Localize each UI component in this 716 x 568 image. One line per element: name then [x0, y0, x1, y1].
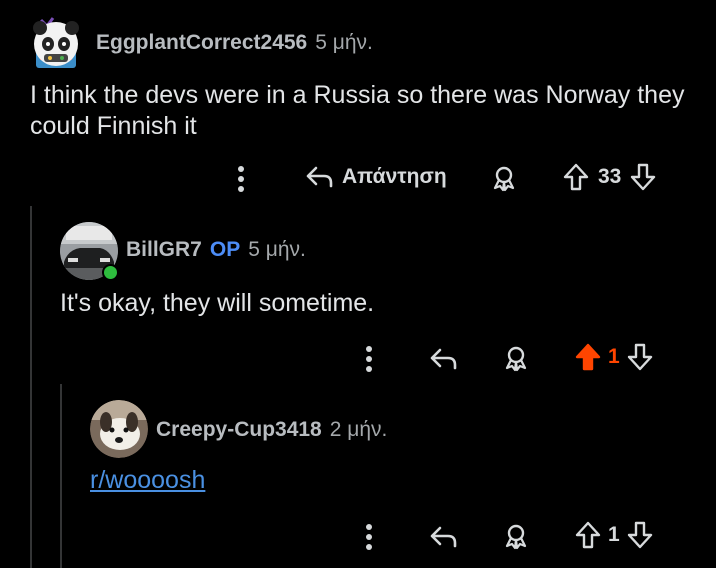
reply-button[interactable] — [428, 346, 458, 372]
comment-actions: Απάντηση 33 — [232, 160, 672, 196]
reply-button[interactable] — [428, 524, 458, 550]
comment-meta: BillGR7 OP 5 μήν. — [126, 238, 306, 262]
timestamp: 5 μήν. — [248, 238, 306, 261]
vote-controls: 1 — [574, 342, 654, 372]
award-icon[interactable] — [502, 344, 530, 372]
comment-body: It's okay, they will sometime. — [60, 289, 375, 317]
online-status-dot — [102, 264, 119, 281]
reply-arrow-icon — [430, 348, 457, 370]
reply-button[interactable]: Απάντηση — [304, 164, 447, 190]
reply-arrow-icon — [304, 164, 334, 190]
timestamp: 2 μήν. — [329, 418, 388, 441]
panda-avatar-icon — [33, 17, 79, 68]
vote-controls: 33 — [562, 162, 657, 192]
dog-photo-icon — [90, 400, 148, 458]
subreddit-link[interactable]: r/woooosh — [90, 466, 205, 494]
username[interactable]: EggplantCorrect2456 — [96, 31, 307, 55]
downvote-icon[interactable] — [626, 520, 654, 550]
reply-arrow-icon — [430, 526, 457, 548]
vote-count: 1 — [608, 523, 620, 546]
award-icon[interactable] — [490, 164, 518, 192]
upvote-icon[interactable] — [574, 520, 602, 550]
thread-line-1[interactable] — [30, 206, 32, 568]
upvote-icon[interactable] — [562, 162, 590, 192]
comment-meta: Creepy-Cup3418 2 μήν. — [156, 418, 387, 442]
username[interactable]: BillGR7 — [126, 238, 202, 262]
award-icon[interactable] — [502, 522, 530, 550]
comment-body: I think the devs were in a Russia so the… — [30, 81, 685, 140]
more-icon[interactable] — [364, 344, 374, 374]
comment-meta: EggplantCorrect2456 5 μήν. — [96, 31, 373, 55]
comment-actions: 1 — [360, 340, 680, 376]
username[interactable]: Creepy-Cup3418 — [156, 418, 322, 442]
timestamp: 5 μήν. — [315, 31, 373, 54]
op-badge: OP — [209, 238, 241, 261]
downvote-icon[interactable] — [629, 162, 657, 192]
more-icon[interactable] — [236, 164, 246, 194]
avatar[interactable] — [90, 400, 148, 458]
avatar[interactable] — [26, 14, 86, 72]
vote-count: 33 — [598, 165, 622, 188]
thread-line-2[interactable] — [60, 384, 62, 568]
comment-actions: 1 — [360, 518, 680, 554]
vote-controls: 1 — [574, 520, 654, 550]
comment-body: r/woooosh — [90, 466, 205, 495]
downvote-icon[interactable] — [626, 342, 654, 372]
reply-label: Απάντηση — [342, 165, 447, 188]
more-icon[interactable] — [364, 522, 374, 552]
upvote-icon[interactable] — [574, 342, 602, 372]
avatar[interactable] — [60, 222, 119, 281]
vote-count: 1 — [608, 345, 620, 368]
